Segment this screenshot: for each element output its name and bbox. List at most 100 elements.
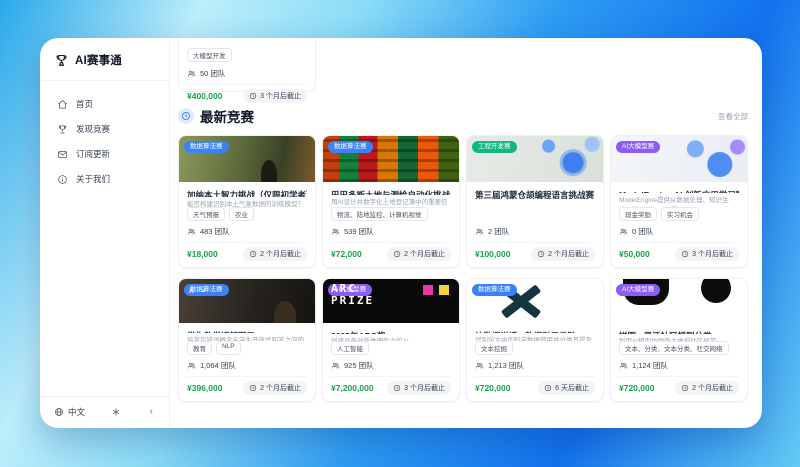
category-badge: 数据算法赛 <box>328 141 373 153</box>
card-body: 让数据说话 · 数据引用寻踪 识别论文中的科学数据使用并分类其提及方式。 文本挖… <box>467 323 603 401</box>
sidebar-nav: 首页 发现竞赛 订阅更新 关于我们 <box>54 95 155 188</box>
people-icon <box>619 228 628 235</box>
teams-row: 925 团队 <box>331 360 451 371</box>
partial-competition-card[interactable]: 大模型开发 50 团队 ¥400,000 3 个月后截止 <box>178 38 316 103</box>
card-bottom: 2 团队 ¥100,000 2 个月后截止 <box>475 221 595 261</box>
deadline-text: 2 个月后截止 <box>548 251 589 258</box>
competition-card[interactable]: 工程开发赛 第三届鸿蒙仓颉编程语言挑战赛 2 团队 ¥100,000 2 个月后… <box>466 135 604 268</box>
competition-card[interactable]: AI大模型赛 ARC PRIZE 2025年ARC奖 创建具备创新推理能力的AI… <box>322 278 460 402</box>
teams-row: 0 团队 <box>619 226 739 237</box>
people-icon <box>619 362 628 369</box>
card-body: 第三届鸿蒙仓颉编程语言挑战赛 2 团队 ¥100,000 2 个月后截止 <box>467 182 603 267</box>
card-bottom: 教育 NLP 1,064 团队 ¥396,000 2 个月后截止 <box>187 341 307 395</box>
clock-icon <box>250 92 257 100</box>
language-label: 中文 <box>68 407 86 417</box>
deadline-text: 2 个月后截止 <box>692 385 733 392</box>
main-content: 大模型开发 50 团队 ¥400,000 3 个月后截止 最新竞赛 查看全部 数… <box>170 38 762 428</box>
trophy-icon <box>58 124 67 133</box>
home-icon <box>58 99 67 109</box>
card-bottom: 现金奖励 实习机会 0 团队 ¥50,000 3 个月后截止 <box>619 207 739 261</box>
people-icon <box>187 362 196 369</box>
sidebar-item-discover[interactable]: 发现竞赛 <box>54 120 155 138</box>
category-badge: AI大模型赛 <box>616 284 661 296</box>
section-header: 最新竞赛 查看全部 <box>178 106 748 126</box>
teams-count: 50 团队 <box>200 69 226 78</box>
card-title: ModelEngine AI 创新应用学习赛 <box>619 189 739 193</box>
sidebar-item-home[interactable]: 首页 <box>54 95 155 113</box>
tag-pill: 实习机会 <box>661 207 699 221</box>
people-icon <box>331 362 340 369</box>
deadline-badge: 6 天后截止 <box>538 381 595 395</box>
card-image-text: ARC PRIZE <box>331 282 375 308</box>
card-title: 第三届鸿蒙仓颉编程语言挑战赛 <box>475 190 595 200</box>
globe-icon <box>55 408 63 416</box>
theme-toggle[interactable] <box>111 407 121 417</box>
prize-amount: ¥100,000 <box>475 249 511 259</box>
teams-count: 1,064 团队 <box>200 361 236 370</box>
deadline-text: 2 个月后截止 <box>260 251 301 258</box>
prize-amount: ¥396,000 <box>187 383 223 393</box>
competition-card[interactable]: AI大模型赛 ModelEngine AI 创新应用学习赛 ModelEngin… <box>610 135 748 268</box>
teams-row: 1,213 团队 <box>475 360 595 371</box>
collapse-sidebar-icon[interactable]: ‹ <box>148 407 155 417</box>
deadline-badge: 2 个月后截止 <box>387 247 451 261</box>
tag-pill: 教育 <box>187 341 212 355</box>
competition-card[interactable]: 数据算法赛 让数据说话 · 数据引用寻踪 识别论文中的科学数据使用并分类其提及方… <box>466 278 604 402</box>
card-footer: ¥720,000 2 个月后截止 <box>619 376 739 395</box>
card-image: 工程开发赛 <box>467 136 603 182</box>
teams-row: 50 团队 <box>187 68 307 79</box>
teams-row: 2 团队 <box>475 226 595 237</box>
teams-count: 483 团队 <box>200 227 230 236</box>
category-badge: 数据算法赛 <box>184 141 229 153</box>
competition-card[interactable]: 数据算法赛 A = 学生数学误解图示 将常见错误概念与学生开放式回答之间的关联 … <box>178 278 316 402</box>
card-title: 巴巴多斯土地与测绘自动化挑战 <box>331 189 451 195</box>
card-bottom: 人工智能 925 团队 ¥7,200,000 3 个月后截止 <box>331 341 451 395</box>
sidebar-item-subscribe[interactable]: 订阅更新 <box>54 145 155 163</box>
tag-pill: 现金奖励 <box>619 207 657 221</box>
clock-icon <box>538 250 545 258</box>
competition-card[interactable]: 数据算法赛 巴巴多斯土地与测绘自动化挑战 用AI设计并数字化土地登记簿中的重要信… <box>322 135 460 268</box>
language-switcher[interactable]: 中文 <box>54 406 85 418</box>
teams-count: 0 团队 <box>632 227 654 236</box>
card-body: 学生数学误解图示 将常见错误概念与学生开放式回答之间的关联 教育NLP 1,06… <box>179 323 315 401</box>
card-title: 拼图 · 灵活社区规则分类 <box>619 330 739 334</box>
card-body: 加纳本土智力挑战（仅限初学者） 能否构建识别本土气象数据的训练模型？ 天气预报农… <box>179 182 315 267</box>
tag-pill: 农业 <box>229 207 254 221</box>
deadline-text: 3 个月后截止 <box>404 385 445 392</box>
teams-count: 1,124 团队 <box>632 361 668 370</box>
card-footer: ¥50,000 3 个月后截止 <box>619 242 739 261</box>
competition-card[interactable]: 数据算法赛 加纳本土智力挑战（仅限初学者） 能否构建识别本土气象数据的训练模型？… <box>178 135 316 268</box>
tag-pill: NLP <box>216 341 241 355</box>
tag-pill: 天气预报 <box>187 207 225 221</box>
prize-amount: ¥50,000 <box>619 249 650 259</box>
view-all-link[interactable]: 查看全部 <box>718 111 748 122</box>
divider <box>40 80 169 81</box>
sidebar-item-about[interactable]: 关于我们 <box>54 170 155 188</box>
card-body: 巴巴多斯土地与测绘自动化挑战 用AI设计并数字化土地登记簿中的重要信息吗？ 物流… <box>323 182 459 267</box>
clock-icon <box>250 384 257 392</box>
competition-card[interactable]: AI大模型赛 拼图 · 灵活社区规则分类 利用AI模型协助版主维护社区规范。 文… <box>610 278 748 402</box>
deadline-text: 3 个月后截止 <box>260 93 301 100</box>
deadline-badge: 3 个月后截止 <box>675 247 739 261</box>
card-footer: ¥100,000 2 个月后截止 <box>475 242 595 261</box>
card-title: 让数据说话 · 数据引用寻踪 <box>475 330 595 333</box>
sidebar-item-label: 订阅更新 <box>76 149 111 159</box>
card-image: 数据算法赛 <box>323 136 459 182</box>
teams-row: 1,064 团队 <box>187 360 307 371</box>
clock-icon <box>250 250 257 258</box>
deadline-text: 6 天后截止 <box>555 385 589 392</box>
category-badge: AI大模型赛 <box>616 141 661 153</box>
card-image: 数据算法赛 <box>179 136 315 182</box>
prize-amount: ¥720,000 <box>619 383 655 393</box>
card-description: 能否构建识别本土气象数据的训练模型？ <box>187 201 304 207</box>
people-icon <box>475 228 484 235</box>
deadline-text: 2 个月后截止 <box>404 251 445 258</box>
card-footer: ¥396,000 2 个月后截止 <box>187 376 307 395</box>
category-badge: 工程开发赛 <box>472 141 517 153</box>
card-bottom: 物流、陆地监控、计算机视觉 539 团队 ¥72,000 2 个月后截止 <box>331 207 451 261</box>
card-image: AI大模型赛 ARC PRIZE <box>323 279 459 323</box>
card-footer: ¥7,200,000 3 个月后截止 <box>331 376 451 395</box>
tag-pill: 文本挖掘 <box>475 341 513 355</box>
card-body: 拼图 · 灵活社区规则分类 利用AI模型协助版主维护社区规范。 文本、分类、文本… <box>611 323 747 401</box>
clock-icon <box>682 384 689 392</box>
